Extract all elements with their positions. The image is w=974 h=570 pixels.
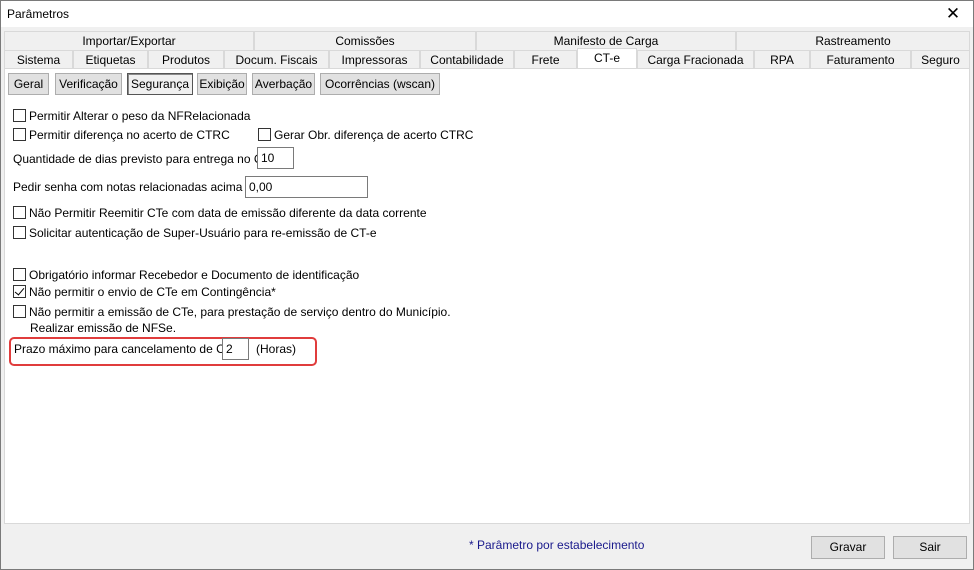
option-label-continuation: Realizar emissão de NFSe. [30, 321, 177, 335]
tab-cte[interactable]: CT-e [577, 48, 637, 70]
tab-row-top: Importar/Exportar Comissões Manifesto de… [4, 31, 970, 50]
title-bar: Parâmetros ✕ [1, 1, 973, 27]
option-obrigatorio-recebedor[interactable]: Obrigatório informar Recebedor e Documen… [13, 267, 359, 283]
tab-contabilidade[interactable]: Contabilidade [420, 50, 514, 69]
footer-note: * Parâmetro por estabelecimento [469, 538, 645, 552]
option-label: Não Permitir Reemitir CTe com data de em… [29, 206, 427, 220]
option-label: Permitir Alterar o peso da NFRelacionada [29, 109, 251, 123]
checkbox-checked[interactable] [13, 285, 26, 298]
option-nao-permitir-reemitir[interactable]: Não Permitir Reemitir CTe com data de em… [13, 205, 427, 221]
prazo-cancelamento-label: Prazo máximo para cancelamento de CTe [14, 342, 238, 356]
window-title: Parâmetros [7, 7, 70, 21]
pedir-senha-label: Pedir senha com notas relacionadas acima… [13, 180, 260, 194]
exit-button[interactable]: Sair [893, 536, 967, 559]
tab-etiquetas[interactable]: Etiquetas [73, 50, 148, 69]
checkbox[interactable] [13, 128, 26, 141]
tab-rastreamento[interactable]: Rastreamento [736, 31, 970, 50]
tab-rpa[interactable]: RPA [754, 50, 810, 69]
checkbox[interactable] [13, 305, 26, 318]
checkbox[interactable] [13, 206, 26, 219]
option-nao-permitir-contingencia[interactable]: Não permitir o envio de CTe em Contingên… [13, 284, 276, 300]
option-gerar-obr-diferenca[interactable]: Gerar Obr. diferença de acerto CTRC [258, 127, 473, 143]
option-nao-permitir-municipio[interactable]: Não permitir a emissão de CTe, para pres… [13, 304, 451, 320]
tab-carga-fracionada[interactable]: Carga Fracionada [637, 50, 754, 69]
dias-previsto-input[interactable]: 10 [257, 147, 294, 169]
parameters-window: Parâmetros ✕ Importar/Exportar Comissões… [0, 0, 974, 570]
option-label: Não permitir a emissão de CTe, para pres… [29, 305, 451, 319]
option-label: Permitir diferença no acerto de CTRC [29, 128, 230, 142]
subtab-ocorrencias[interactable]: Ocorrências (wscan) [320, 73, 440, 95]
option-label: Obrigatório informar Recebedor e Documen… [29, 268, 360, 282]
subtab-geral[interactable]: Geral [8, 73, 49, 95]
tab-produtos[interactable]: Produtos [148, 50, 224, 69]
checkbox[interactable] [13, 109, 26, 122]
checkbox[interactable] [13, 268, 26, 281]
checkbox[interactable] [13, 226, 26, 239]
tab-frete[interactable]: Frete [514, 50, 577, 69]
option-permitir-alterar-peso[interactable]: Permitir Alterar o peso da NFRelacionada [13, 108, 250, 124]
subtab-verificacao[interactable]: Verificação [55, 73, 122, 95]
tab-seguro[interactable]: Seguro [911, 50, 970, 69]
tab-faturamento[interactable]: Faturamento [810, 50, 911, 69]
subtab-averbacao[interactable]: Averbação [252, 73, 315, 95]
tab-sistema[interactable]: Sistema [4, 50, 73, 69]
pedir-senha-input[interactable]: 0,00 [245, 176, 368, 198]
prazo-cancelamento-input[interactable]: 2 [222, 338, 249, 360]
prazo-unit-label: (Horas) [256, 342, 297, 356]
tab-docum-fiscais[interactable]: Docum. Fiscais [224, 50, 329, 69]
tab-comissoes[interactable]: Comissões [254, 31, 476, 50]
subtab-seguranca[interactable]: Segurança [127, 73, 193, 95]
tab-importar-exportar[interactable]: Importar/Exportar [4, 31, 254, 50]
subtab-exibicao[interactable]: Exibição [197, 73, 247, 95]
close-icon[interactable]: ✕ [933, 1, 973, 27]
checkbox[interactable] [258, 128, 271, 141]
tab-impressoras[interactable]: Impressoras [329, 50, 420, 69]
save-button[interactable]: Gravar [811, 536, 885, 559]
option-permitir-diferenca[interactable]: Permitir diferença no acerto de CTRC [13, 127, 230, 143]
option-solicitar-autenticacao[interactable]: Solicitar autenticação de Super-Usuário … [13, 225, 377, 241]
option-label: Solicitar autenticação de Super-Usuário … [29, 226, 377, 240]
tab-row-main: Sistema Etiquetas Produtos Docum. Fiscai… [4, 48, 970, 70]
option-label: Não permitir o envio de CTe em Contingên… [29, 285, 276, 299]
dias-previsto-label: Quantidade de dias previsto para entrega… [13, 152, 276, 166]
cte-tab-page: Geral Verificação Segurança Exibição Ave… [4, 68, 970, 524]
option-label: Gerar Obr. diferença de acerto CTRC [274, 128, 474, 142]
